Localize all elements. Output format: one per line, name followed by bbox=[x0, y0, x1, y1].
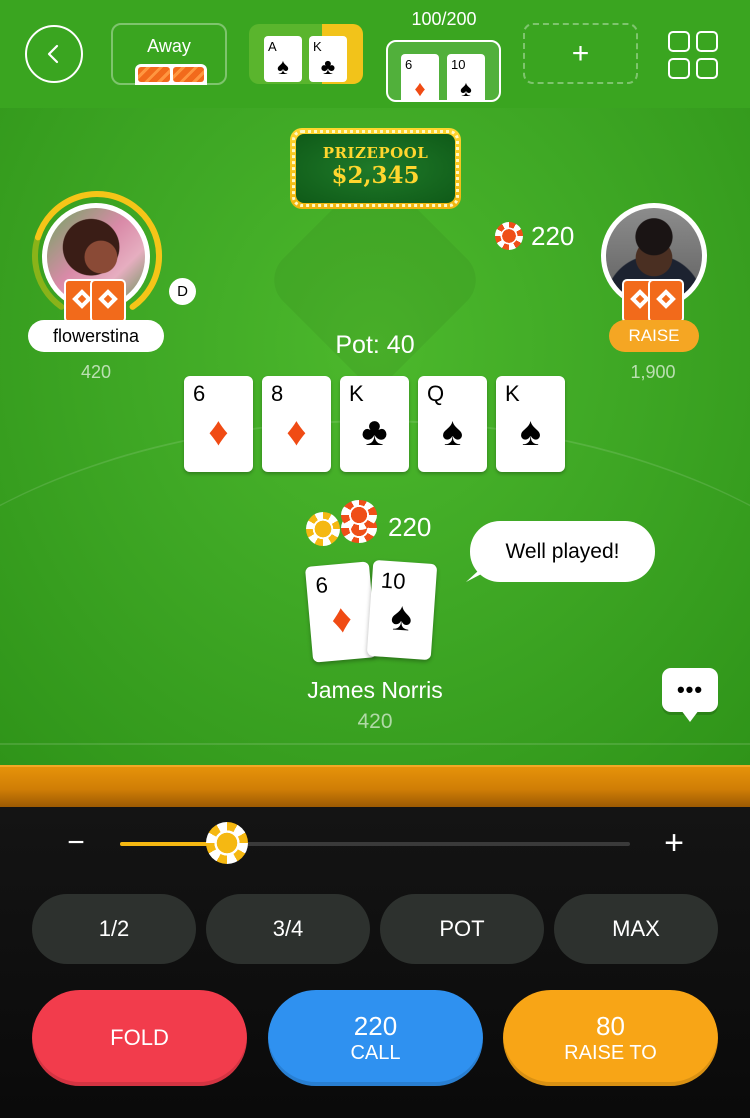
grid-icon[interactable] bbox=[668, 31, 718, 79]
hero-bet: 220 bbox=[388, 512, 432, 542]
raise-amount: 80 bbox=[596, 1011, 625, 1041]
fold-label: FOLD bbox=[110, 1025, 169, 1050]
board-card: 6 ♦ bbox=[184, 376, 253, 472]
player-name: flowerstina bbox=[28, 320, 164, 352]
chip-icon bbox=[341, 500, 377, 530]
mini-card-rank: 10 bbox=[451, 57, 466, 72]
diamond-icon: ♦ bbox=[208, 410, 229, 454]
chevron-left-icon bbox=[47, 44, 59, 64]
current-table-tab[interactable]: 6 ♦ 10 ♠ bbox=[386, 40, 501, 102]
preset-pot-button[interactable]: POT bbox=[380, 894, 544, 964]
preset-max-button[interactable]: MAX bbox=[554, 894, 718, 964]
bet-slider-thumb[interactable] bbox=[206, 822, 249, 864]
felt-edge bbox=[0, 743, 750, 745]
pot-label: Pot: 40 bbox=[335, 331, 415, 359]
seat-count: 100/200 bbox=[411, 9, 477, 29]
mini-card: K ♣ bbox=[309, 36, 347, 82]
preset-three-quarter-button[interactable]: 3/4 bbox=[206, 894, 370, 964]
hero-card: 6 ♦ bbox=[304, 561, 378, 663]
dealer-button: D bbox=[169, 278, 196, 305]
call-amount: 220 bbox=[353, 1011, 398, 1041]
player-bet: 220 bbox=[531, 221, 575, 251]
spade-icon: ♠ bbox=[441, 410, 464, 454]
mini-card-rank: K bbox=[313, 39, 322, 54]
diamond-icon: ♦ bbox=[286, 410, 307, 454]
club-icon: ♣ bbox=[361, 410, 388, 454]
board-card: K ♠ bbox=[496, 376, 565, 472]
mini-card: 10 ♠ bbox=[447, 54, 485, 101]
card-rank: K bbox=[505, 381, 520, 406]
board-card: K ♣ bbox=[340, 376, 409, 472]
board-card: 8 ♦ bbox=[262, 376, 331, 472]
diamond-icon: ♦ bbox=[329, 596, 354, 642]
spade-icon: ♠ bbox=[389, 594, 414, 640]
spade-icon: ♠ bbox=[519, 410, 542, 454]
call-button[interactable]: 220 CALL bbox=[268, 990, 483, 1086]
card-rank: 6 bbox=[314, 572, 329, 599]
mini-card: 6 ♦ bbox=[401, 54, 439, 101]
card-rank: 8 bbox=[271, 381, 284, 406]
chat-bubble: Well played! bbox=[470, 521, 655, 582]
hero-stack: 420 bbox=[357, 710, 393, 733]
back-button[interactable] bbox=[25, 25, 83, 83]
spade-icon: ♠ bbox=[277, 54, 289, 79]
card-rank: Q bbox=[427, 381, 445, 406]
mini-card-rank: 6 bbox=[405, 57, 413, 72]
prizepool-title: PRIZEPOOL bbox=[322, 144, 429, 162]
chip-icon bbox=[495, 222, 523, 250]
face-down-cards bbox=[135, 64, 207, 85]
hero-name: James Norris bbox=[307, 677, 443, 703]
away-label: Away bbox=[147, 36, 191, 56]
mini-card-rank: A bbox=[268, 39, 277, 54]
spade-icon: ♠ bbox=[460, 76, 472, 101]
poker-table: Away A ♠ K ♣ 100/200 6 ♦ 10 ♠ + PRIZEPOO… bbox=[0, 0, 750, 765]
add-table-button[interactable]: + bbox=[523, 23, 638, 84]
action-badge: RAISE bbox=[609, 320, 699, 352]
card-rank: K bbox=[349, 381, 364, 406]
face-down-cards bbox=[64, 279, 126, 323]
face-down-cards bbox=[622, 279, 684, 323]
preset-half-pot-button[interactable]: 1/2 bbox=[32, 894, 196, 964]
call-label: CALL bbox=[350, 1042, 401, 1064]
club-icon: ♣ bbox=[320, 54, 336, 79]
diamond-icon: ♦ bbox=[414, 76, 426, 101]
player-stack: 420 bbox=[80, 362, 112, 382]
decrease-bet-button[interactable]: − bbox=[60, 828, 92, 859]
raise-button[interactable]: 80 RAISE TO bbox=[503, 990, 718, 1086]
player-stack: 1,900 bbox=[630, 362, 676, 382]
prizepool-sign: PRIZEPOOL $2,345 bbox=[290, 128, 461, 209]
community-cards: 6 ♦ 8 ♦ K ♣ Q ♠ K ♠ bbox=[184, 376, 565, 472]
hero-card: 10 ♠ bbox=[366, 559, 438, 661]
raise-label: RAISE TO bbox=[564, 1042, 657, 1064]
chip-icon bbox=[306, 512, 340, 546]
table-rail bbox=[0, 765, 750, 807]
increase-bet-button[interactable]: + bbox=[658, 826, 690, 860]
board-card: Q ♠ bbox=[418, 376, 487, 472]
prizepool-amount: $2,345 bbox=[331, 162, 420, 189]
mini-card: A ♠ bbox=[264, 36, 302, 82]
card-rank: 10 bbox=[380, 567, 407, 595]
fold-button[interactable]: FOLD bbox=[32, 990, 247, 1086]
card-rank: 6 bbox=[193, 381, 206, 406]
table-tab-ak[interactable]: A ♠ K ♣ bbox=[249, 24, 363, 84]
chat-button[interactable]: ••• bbox=[662, 668, 718, 712]
bet-slider[interactable] bbox=[120, 842, 630, 846]
away-table-tab[interactable]: Away bbox=[111, 23, 227, 85]
